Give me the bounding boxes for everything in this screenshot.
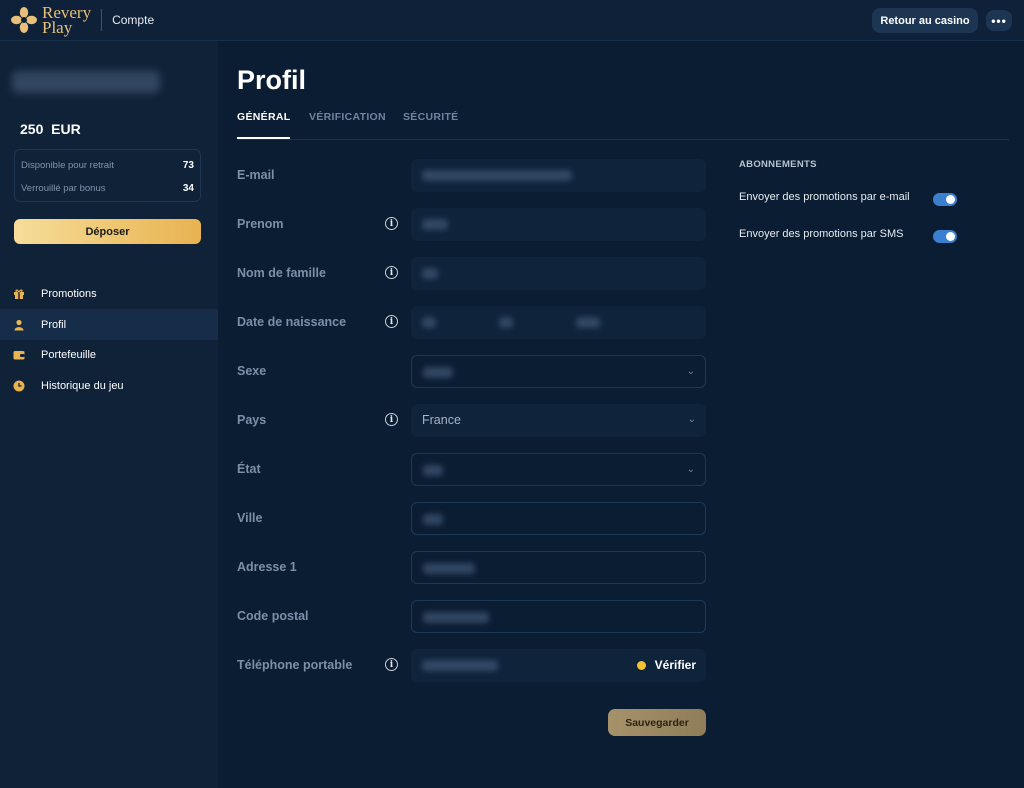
adresse-label: Adresse 1	[237, 560, 297, 574]
etat-select[interactable]: ⌄	[411, 453, 706, 486]
username-blurred	[12, 71, 160, 93]
deposit-button[interactable]: Déposer	[14, 219, 201, 244]
email-field[interactable]	[411, 159, 706, 192]
nom-field[interactable]	[411, 257, 706, 290]
month-value-blurred	[499, 317, 513, 328]
bonus-locked-row: Verrouillé par bonus 34	[21, 181, 194, 195]
subscriptions-title: ABONNEMENTS	[739, 159, 817, 170]
email-promo-toggle[interactable]	[933, 193, 957, 206]
withdrawable-row: Disponible pour retrait 73	[21, 158, 194, 172]
balance-amount: 250 EUR	[20, 121, 81, 137]
withdrawable-value: 73	[182, 159, 194, 171]
birthdate-field[interactable]	[411, 306, 706, 339]
info-icon[interactable]: i	[385, 266, 398, 279]
code-postal-label: Code postal	[237, 609, 309, 623]
pays-label: Pays	[237, 413, 267, 427]
info-icon[interactable]: i	[385, 217, 398, 230]
logo-line-2: Play	[42, 18, 73, 37]
adresse-field[interactable]	[411, 551, 706, 584]
toggle-knob	[946, 195, 955, 204]
sidebar-item-historique[interactable]: Historique du jeu	[0, 370, 218, 401]
pays-select[interactable]: France ⌄	[411, 404, 706, 437]
sexe-select[interactable]: ⌄	[411, 355, 706, 388]
tab-verification[interactable]: VÉRIFICATION	[309, 111, 386, 139]
more-options-button[interactable]: •••	[986, 10, 1012, 31]
year-value-blurred	[576, 317, 600, 328]
telephone-field[interactable]: Vérifier	[411, 649, 706, 682]
section-title: Compte	[112, 13, 155, 27]
sidebar-item-label: Promotions	[41, 287, 97, 300]
adresse-value-blurred	[423, 563, 475, 574]
day-value-blurred	[422, 317, 436, 328]
user-icon	[13, 319, 25, 331]
email-promo-label: Envoyer des promotions par e-mail	[739, 191, 910, 203]
save-button[interactable]: Sauvegarder	[608, 709, 706, 736]
code-postal-value-blurred	[423, 612, 489, 623]
tab-general[interactable]: GÉNÉRAL	[237, 111, 291, 139]
chevron-down-icon: ⌄	[687, 414, 696, 425]
info-icon[interactable]: i	[385, 413, 398, 426]
telephone-label: Téléphone portable	[237, 658, 353, 672]
email-label: E-mail	[237, 168, 275, 182]
sidebar-item-label: Profil	[41, 318, 67, 331]
etat-label: État	[237, 462, 261, 476]
top-bar: Revery Play Compte Retour au casino •••	[0, 0, 1024, 41]
sexe-value-blurred	[423, 367, 453, 378]
info-icon[interactable]: i	[385, 658, 398, 671]
sidebar-item-portefeuille[interactable]: Portefeuille	[0, 339, 218, 370]
clock-icon	[13, 380, 25, 392]
chevron-down-icon: ⌄	[686, 366, 695, 377]
ville-field[interactable]	[411, 502, 706, 535]
logo-text: Revery Play	[42, 4, 91, 37]
tabs-divider	[237, 139, 1009, 140]
verify-button[interactable]: Vérifier	[636, 658, 696, 672]
verify-label: Vérifier	[654, 658, 696, 672]
gift-icon	[13, 288, 25, 300]
chevron-down-icon: ⌄	[686, 464, 695, 475]
etat-value-blurred	[423, 465, 443, 476]
sms-promo-label: Envoyer des promotions par SMS	[739, 228, 904, 240]
withdrawable-label: Disponible pour retrait	[21, 159, 114, 171]
nom-value-blurred	[422, 268, 438, 279]
naissance-label: Date de naissance	[237, 315, 347, 329]
prenom-value-blurred	[422, 219, 448, 230]
ville-value-blurred	[423, 514, 443, 525]
prenom-label: Prenom	[237, 217, 284, 231]
back-to-casino-button[interactable]: Retour au casino	[872, 8, 978, 33]
balance-details: Disponible pour retrait 73 Verrouillé pa…	[14, 149, 201, 202]
tab-securite[interactable]: SÉCURITÉ	[403, 111, 459, 139]
page-title: Profil	[237, 65, 307, 95]
bonus-locked-label: Verrouillé par bonus	[21, 182, 106, 194]
sexe-label: Sexe	[237, 364, 267, 378]
code-postal-field[interactable]	[411, 600, 706, 633]
ville-label: Ville	[237, 511, 263, 525]
email-value-blurred	[422, 170, 572, 181]
pays-value: France	[422, 413, 461, 427]
flower-logo-icon	[11, 7, 37, 33]
telephone-value-blurred	[422, 660, 498, 671]
nom-label: Nom de famille	[237, 266, 326, 280]
header-divider	[101, 9, 103, 31]
info-icon[interactable]: i	[385, 315, 398, 328]
sidebar-item-label: Historique du jeu	[41, 379, 124, 392]
toggle-knob	[946, 232, 955, 241]
sidebar: 250 EUR Disponible pour retrait 73 Verro…	[0, 41, 218, 788]
sidebar-item-profil[interactable]: Profil	[0, 309, 218, 340]
prenom-field[interactable]	[411, 208, 706, 241]
wallet-icon	[13, 349, 25, 361]
bonus-locked-value: 34	[182, 182, 194, 194]
logo[interactable]: Revery Play	[10, 0, 91, 41]
warning-icon	[636, 660, 646, 670]
sidebar-item-promotions[interactable]: Promotions	[0, 278, 218, 309]
sidebar-item-label: Portefeuille	[41, 348, 97, 361]
sms-promo-toggle[interactable]	[933, 230, 957, 243]
